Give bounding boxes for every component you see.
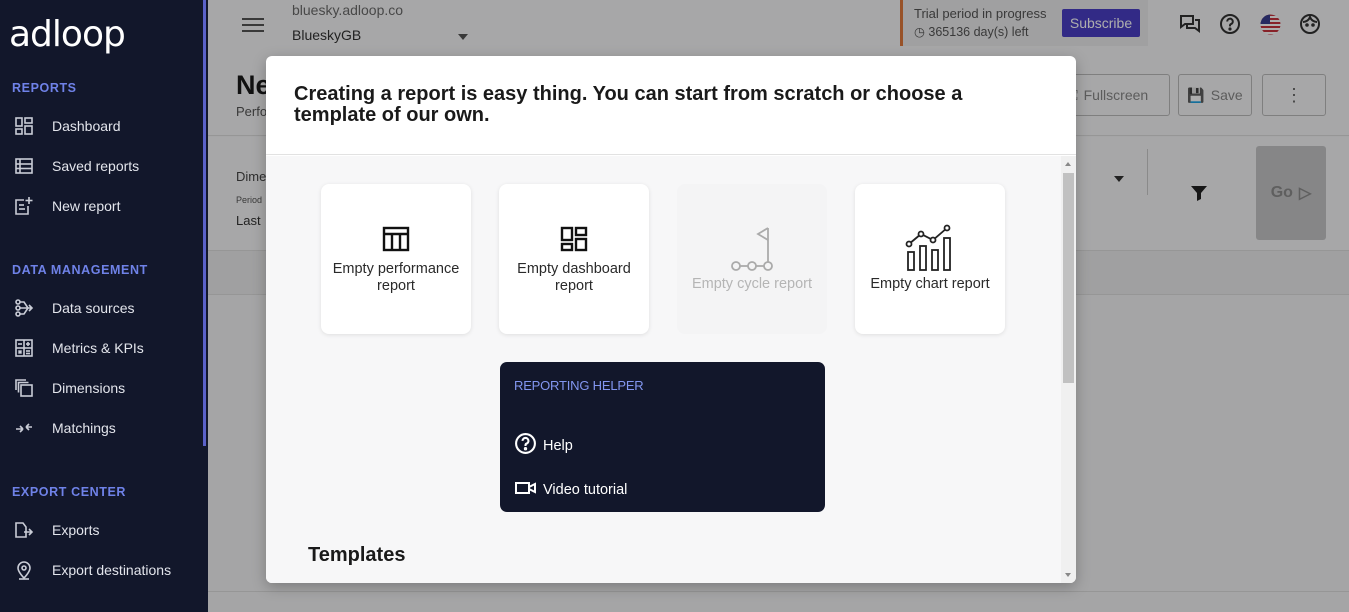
empty-cycle-report-card: Empty cycle report: [677, 184, 827, 334]
scrollbar-thumb[interactable]: [1063, 173, 1074, 383]
sidebar-item-exports[interactable]: Exports: [0, 513, 200, 547]
card-label: Empty performance report: [332, 261, 460, 294]
section-title-data-management: DATA MANAGEMENT: [12, 263, 148, 277]
sidebar-item-export-destinations[interactable]: Export destinations: [0, 553, 200, 587]
sidebar-item-saved-reports[interactable]: Saved reports: [0, 149, 200, 183]
data-sources-icon: [14, 298, 34, 318]
calculator-icon: [14, 338, 34, 358]
section-title-reports: REPORTS: [12, 81, 77, 95]
dashboard-icon: [14, 116, 34, 136]
location-pin-icon: [14, 560, 34, 580]
sidebar-item-label: Metrics & KPIs: [52, 340, 144, 356]
empty-chart-report-card[interactable]: Empty chart report: [855, 184, 1005, 334]
helper-title: REPORTING HELPER: [514, 378, 644, 393]
card-label: Empty cycle report: [691, 276, 813, 292]
empty-dashboard-report-card[interactable]: Empty dashboard report: [499, 184, 649, 334]
video-tutorial-link[interactable]: Video tutorial: [514, 478, 627, 502]
reporting-helper-panel: REPORTING HELPER Help Video tutorial: [500, 362, 825, 512]
sidebar-item-new-report[interactable]: New report: [0, 189, 200, 223]
adloop-logo[interactable]: adloop: [9, 14, 126, 55]
sidebar-item-dimensions[interactable]: Dimensions: [0, 371, 200, 405]
help-link[interactable]: Help: [514, 432, 573, 460]
scroll-down-arrow-icon[interactable]: [1065, 573, 1071, 577]
new-report-modal: Creating a report is easy thing. You can…: [266, 56, 1076, 583]
sidebar-item-label: Export destinations: [52, 562, 172, 578]
modal-scrollbar[interactable]: [1061, 156, 1076, 583]
sidebar-item-data-sources[interactable]: Data sources: [0, 291, 200, 325]
video-tutorial-label: Video tutorial: [543, 482, 628, 498]
help-label: Help: [543, 438, 573, 454]
modal-body: Empty performance report Empty dashboard…: [266, 156, 1061, 583]
help-icon: [514, 432, 537, 460]
sidebar-item-metrics-kpis[interactable]: Metrics & KPIs: [0, 331, 200, 365]
new-report-icon: [14, 196, 34, 216]
table-icon: [321, 226, 471, 252]
sidebar-item-label: Matchings: [52, 420, 116, 436]
card-label: Empty dashboard report: [517, 261, 631, 294]
modal-header: Creating a report is easy thing. You can…: [266, 56, 1076, 155]
list-icon: [14, 156, 34, 176]
dashboard-icon: [499, 226, 649, 252]
sidebar-scrollbar[interactable]: [203, 0, 206, 446]
dimensions-icon: [14, 378, 34, 398]
scroll-up-arrow-icon[interactable]: [1065, 162, 1071, 166]
section-title-export-center: EXPORT CENTER: [12, 485, 127, 499]
sidebar-item-label: Exports: [52, 522, 100, 538]
sidebar-item-label: New report: [52, 198, 121, 214]
sidebar-item-dashboard[interactable]: Dashboard: [0, 109, 200, 143]
empty-performance-report-card[interactable]: Empty performance report: [321, 184, 471, 334]
templates-heading: Templates: [308, 544, 406, 566]
card-label: Empty chart report: [870, 276, 990, 292]
cycle-flag-icon: [677, 224, 827, 272]
sidebar-item-matchings[interactable]: Matchings: [0, 411, 200, 445]
sidebar-item-label: Dimensions: [52, 380, 126, 396]
export-icon: [14, 520, 34, 540]
video-camera-icon: [514, 480, 537, 501]
sidebar-item-label: Saved reports: [52, 158, 140, 174]
chart-icon: [855, 224, 1005, 272]
sidebar-item-label: Dashboard: [52, 118, 121, 134]
modal-title: Creating a report is easy thing. You can…: [294, 83, 963, 126]
sidebar: adloop REPORTS Dashboard Saved reports N…: [0, 0, 208, 612]
matching-icon: [14, 418, 34, 438]
sidebar-item-label: Data sources: [52, 300, 135, 316]
